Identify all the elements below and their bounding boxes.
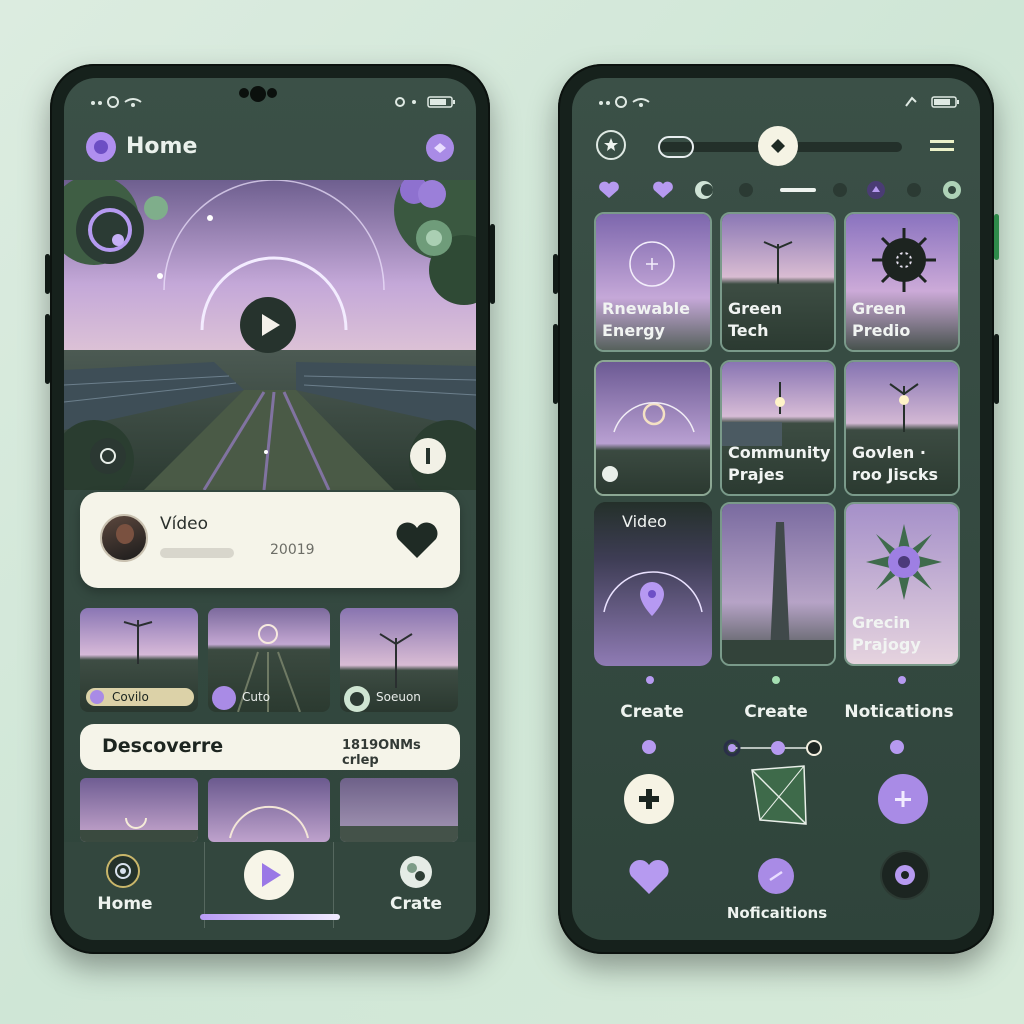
add-notification-button[interactable] [878,774,928,824]
play-icon [262,314,280,336]
signal-icon [90,96,150,108]
power-button [994,214,999,260]
battery-icon [902,96,966,108]
thumbnail-card[interactable]: Covilo [80,608,198,712]
progress-bar [200,914,340,920]
notifications-nav-label[interactable]: Noficaitions [702,904,852,922]
home-icon[interactable] [106,854,140,888]
notifications-label[interactable]: Notications [834,702,964,722]
connector-icon [718,736,828,762]
tile-renewable-energy[interactable]: Rnewable Energy [594,212,712,352]
tile-label: Grecin Prajogy [852,613,921,654]
volume-button [553,254,558,294]
power-button [490,224,495,304]
thumbnail-card[interactable]: Soeuon [340,608,458,712]
create-label[interactable]: Create [726,702,826,722]
avatar [100,514,148,562]
tile-label: Govlen · roo Jiscks [852,443,939,484]
profile-avatar[interactable] [86,132,116,162]
thumbnail-card[interactable] [80,778,198,842]
discover-meta: 1819ONMs crlep [342,738,421,768]
leaf-icon[interactable] [748,762,810,830]
volume-button [45,314,50,384]
tile-green-project[interactable]: Grecin Prajogy [844,502,960,666]
tile-label: Community Prajes [728,443,831,484]
tile-community-projects[interactable]: Community Prajes [720,360,836,496]
left-screen: Home Vídeo 20019 Covilo Cuto Soeuon Desc… [64,78,476,940]
discover-bar[interactable]: Descoverre 1819ONMs crlep [80,724,460,770]
thumbnail-card[interactable] [208,778,330,842]
slider-left-handle[interactable] [658,136,694,158]
discover-title: Descoverre [102,735,224,757]
record-icon[interactable] [882,852,928,898]
tile-label: Green Predio [852,299,911,340]
video-card[interactable]: Vídeo 20019 [80,492,460,588]
volume-button [553,324,558,404]
plus-icon [639,789,659,809]
tile-label: Video [622,512,667,531]
hero-pause-button[interactable] [410,438,446,474]
thumbnail-label: Covilo [112,690,149,704]
nav-create-label[interactable]: Crate [380,894,452,914]
heart-icon[interactable] [394,520,440,560]
create-icon[interactable] [400,856,432,888]
video-card-meta: 20019 [270,542,315,558]
add-button[interactable] [624,774,674,824]
play-icon [262,863,281,887]
tile-orbit[interactable] [594,360,712,496]
video-card-title: Vídeo [160,514,209,534]
tile-green-predio[interactable]: Green Predio [844,212,960,352]
signal-icon [598,96,658,108]
settings-icon[interactable] [426,134,454,162]
slider-knob[interactable] [758,126,798,166]
left-phone: Home Vídeo 20019 Covilo Cuto Soeuon Desc… [45,64,495,954]
create-label[interactable]: Create [602,702,702,722]
tile-video[interactable]: Video [594,502,712,666]
heart-icon[interactable] [628,858,670,896]
volume-button [45,254,50,294]
thumbnail-label: Soeuon [376,690,421,704]
right-phone: Rnewable Energy Green Tech Green Predio … [553,64,999,954]
thumbnail-card[interactable] [340,778,458,842]
thumbnail-card[interactable]: Cuto [208,608,330,712]
video-card-blur [160,548,234,558]
tile-label: Rnewable Energy [602,299,690,340]
filter-icons-row [596,178,966,204]
hero-play-button[interactable] [240,297,296,353]
power-button [994,334,999,404]
star-icon[interactable] [596,130,626,160]
camera-notch [236,84,280,102]
nav-home-label[interactable]: Home [90,894,160,914]
battery-icon [394,96,462,108]
plus-icon [895,791,911,807]
center-play-button[interactable] [244,850,294,900]
thumbnail-label: Cuto [242,690,271,704]
page-title: Home [126,134,198,159]
tile-govlen[interactable]: Govlen · roo Jiscks [844,360,960,496]
menu-icon[interactable] [930,140,954,156]
hero-record-button[interactable] [90,438,126,474]
right-screen: Rnewable Energy Green Tech Green Predio … [572,78,980,940]
notification-icon[interactable] [758,858,794,894]
tile-green-tech[interactable]: Green Tech [720,212,836,352]
tile-label: Green Tech [728,299,783,340]
tile-tower[interactable] [720,502,836,666]
